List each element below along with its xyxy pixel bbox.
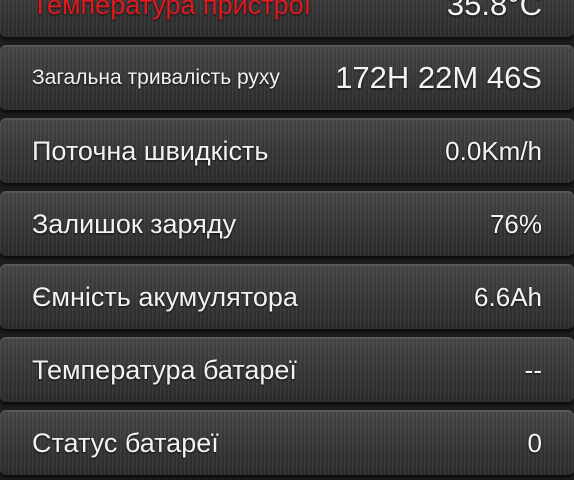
- current-speed-value: 0.0Km/h: [445, 135, 542, 166]
- list-item-device-temperature[interactable]: Температура пристрої 35.8°C: [0, 0, 574, 38]
- device-info-screen: Температура пристрої 35.8°C Загальна три…: [0, 0, 574, 480]
- battery-temperature-label: Температура батареї: [32, 354, 297, 385]
- battery-capacity-label: Ємність акумулятора: [32, 281, 298, 312]
- battery-status-value: 0: [527, 427, 542, 458]
- list-item-battery-temperature[interactable]: Температура батареї --: [0, 337, 574, 403]
- total-riding-time-label: Загальна тривалість руху: [32, 66, 280, 89]
- list-item-total-riding-time[interactable]: Загальна тривалість руху 172H 22M 46S: [0, 45, 574, 111]
- remaining-charge-label: Залишок заряду: [32, 208, 237, 239]
- battery-capacity-value: 6.6Ah: [474, 281, 542, 312]
- total-riding-time-value: 172H 22M 46S: [335, 60, 542, 95]
- list-item-current-speed[interactable]: Поточна швидкість 0.0Km/h: [0, 118, 574, 184]
- list-item-battery-capacity[interactable]: Ємність акумулятора 6.6Ah: [0, 264, 574, 330]
- current-speed-label: Поточна швидкість: [32, 135, 269, 166]
- battery-temperature-value: --: [524, 354, 542, 385]
- battery-status-label: Статус батареї: [32, 427, 219, 458]
- list-item-battery-status[interactable]: Статус батареї 0: [0, 410, 574, 476]
- info-list: Температура пристрої 35.8°C Загальна три…: [0, 0, 574, 480]
- device-temperature-value: 35.8°C: [446, 0, 542, 22]
- device-temperature-label: Температура пристрої: [32, 0, 312, 20]
- remaining-charge-value: 76%: [489, 208, 542, 239]
- list-item-remaining-charge[interactable]: Залишок заряду 76%: [0, 191, 574, 257]
